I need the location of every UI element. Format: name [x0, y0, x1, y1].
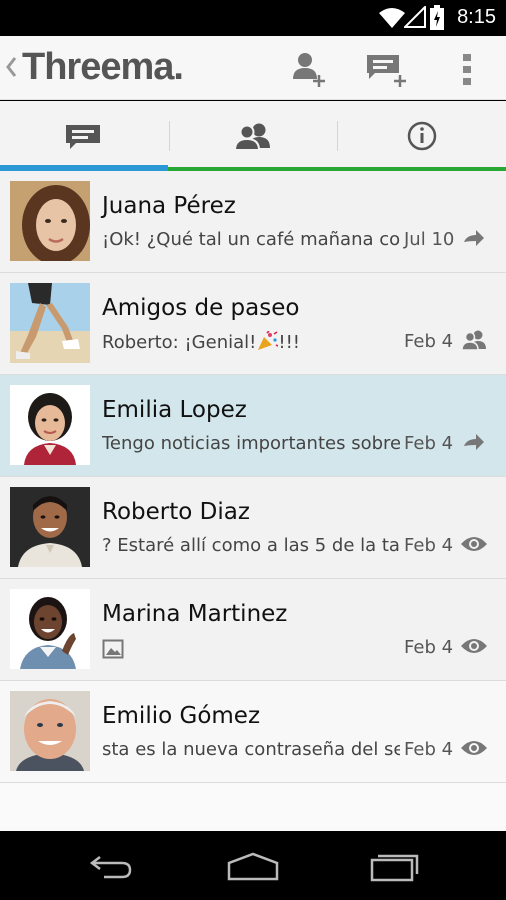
recents-nav-icon	[370, 854, 419, 882]
conversation-row[interactable]: Emilio Gómez sta es la nueva contraseña …	[0, 681, 506, 783]
snippet-text: Roberto: ¡Genial!	[102, 332, 257, 353]
clock: 8:15	[457, 6, 496, 28]
image-attachment-icon	[102, 639, 124, 659]
chat-bubble-icon	[66, 125, 101, 149]
navigation-bar	[0, 832, 506, 900]
message-date: Feb 4	[404, 331, 454, 352]
avatar	[10, 181, 90, 261]
back-nav-button[interactable]	[76, 844, 146, 888]
group-icon	[460, 327, 488, 353]
contact-name: Emilio Gómez	[102, 703, 261, 729]
tab-bar	[0, 101, 506, 171]
message-date: Feb 4	[404, 637, 454, 658]
message-date: Jul 10	[404, 229, 455, 250]
home-nav-button[interactable]	[218, 844, 288, 888]
conversation-row[interactable]: Amigos de paseo Roberto: ¡Genial!!!! Feb…	[0, 273, 506, 375]
tab-contacts[interactable]	[168, 101, 338, 171]
contacts-icon	[233, 123, 270, 151]
battery-charging-icon	[430, 5, 444, 30]
info-icon	[407, 121, 436, 151]
conversation-row[interactable]: Roberto Diaz ? Estaré allí como a las 5 …	[0, 477, 506, 579]
contact-name: Juana Pérez	[102, 193, 236, 219]
forwarded-icon	[460, 429, 488, 455]
tab-info[interactable]	[337, 101, 506, 171]
message-snippet: ¡Ok! ¿Qué tal un café mañana com	[102, 229, 400, 250]
contact-name: Emilia Lopez	[102, 397, 247, 423]
conversation-row[interactable]: Marina Martinez Feb 4	[0, 579, 506, 681]
avatar	[10, 589, 90, 669]
message-date: Feb 4	[404, 535, 454, 556]
avatar	[10, 487, 90, 567]
signal-icon	[404, 6, 426, 28]
avatar	[10, 385, 90, 465]
contact-name: Marina Martinez	[102, 601, 288, 627]
add-contact-button[interactable]	[284, 46, 334, 92]
back-nav-icon	[89, 856, 132, 879]
read-eye-icon	[460, 531, 488, 557]
snippet-suffix: !!!	[278, 332, 301, 353]
message-snippet: Roberto: ¡Genial!!!!	[102, 331, 400, 353]
tab-conversations[interactable]	[0, 101, 169, 171]
new-message-button[interactable]	[362, 46, 412, 92]
avatar	[10, 283, 90, 363]
overflow-menu-button[interactable]	[442, 46, 492, 92]
conversation-list: Juana Pérez ¡Ok! ¿Qué tal un café mañana…	[0, 171, 506, 831]
conversation-row[interactable]: Juana Pérez ¡Ok! ¿Qué tal un café mañana…	[0, 171, 506, 273]
message-snippet: ? Estaré allí como a las 5 de la tarde	[102, 535, 400, 556]
party-popper-emoji	[258, 331, 279, 350]
app-logo: Threema.	[22, 46, 184, 88]
forwarded-icon	[460, 225, 488, 251]
up-navigation-icon[interactable]	[4, 52, 18, 82]
message-snippet: Tengo noticias importantes sobre	[102, 433, 400, 454]
avatar	[10, 691, 90, 771]
add-contact-icon	[293, 53, 325, 87]
message-snippet: sta es la nueva contraseña del servidor	[102, 739, 400, 760]
wifi-icon	[379, 8, 405, 28]
message-date: Feb 4	[404, 739, 454, 760]
contact-name: Amigos de paseo	[102, 295, 300, 321]
message-date: Feb 4	[404, 433, 454, 454]
conversation-row[interactable]: Emilia Lopez Tengo noticias importantes …	[0, 375, 506, 477]
overflow-menu-icon	[463, 54, 471, 85]
contact-name: Roberto Diaz	[102, 499, 250, 525]
read-eye-icon	[460, 735, 488, 761]
recents-nav-button[interactable]	[360, 844, 430, 888]
status-bar: 8:15	[0, 0, 506, 36]
read-eye-icon	[460, 633, 488, 659]
home-nav-icon	[227, 852, 279, 881]
new-message-icon	[367, 55, 406, 87]
action-bar: Threema.	[0, 36, 506, 100]
